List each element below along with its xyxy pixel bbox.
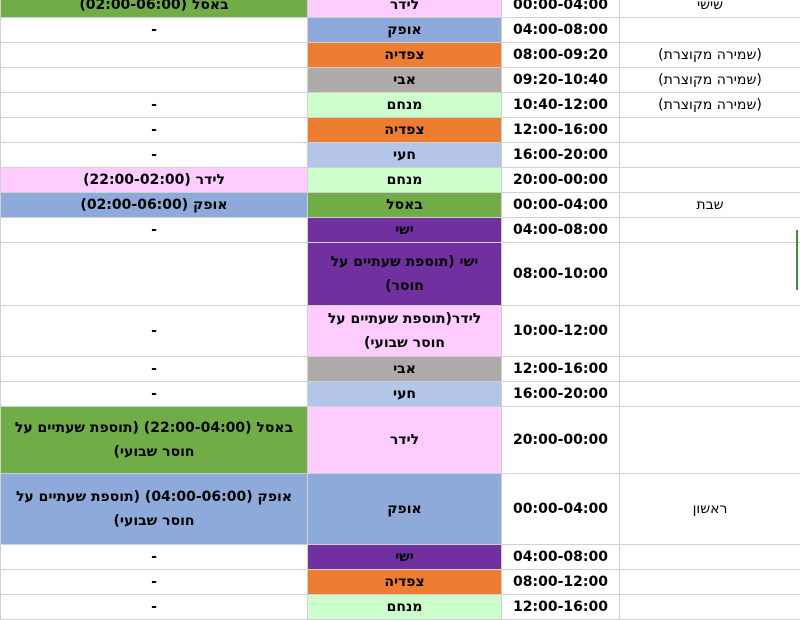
guard-name-cell[interactable]: צפדיה [308,570,502,595]
time-slot-cell[interactable]: 16:00-20:00 [502,143,620,168]
note-cell[interactable]: - [1,382,308,407]
guard-name-cell[interactable]: ישי (תוספת שעתיים על חוסר) [308,243,502,306]
guard-name-cell[interactable]: לידר [308,407,502,474]
guard-name-cell[interactable]: אופק [308,474,502,545]
note-cell[interactable] [1,68,308,93]
day-cell[interactable] [620,595,800,620]
guard-name-cell[interactable]: מנחם [308,93,502,118]
guard-name-cell[interactable]: אבי [308,68,502,93]
table-row: -צפדיה12:00-16:00 [1,118,800,143]
table-row: באסל (02:00-06:00)לידר00:00-04:00שישי [1,0,800,18]
note-cell[interactable]: - [1,357,308,382]
time-slot-cell[interactable]: 04:00-08:00 [502,18,620,43]
cell-selection-edge [796,230,798,290]
day-cell[interactable]: (שמירה מקוצרת) [620,93,800,118]
time-slot-cell[interactable]: 12:00-16:00 [502,357,620,382]
note-cell[interactable] [1,243,308,306]
time-slot-cell[interactable]: 08:00-12:00 [502,570,620,595]
table-row: אופק (04:00-06:00) (תוספת שעתיים על חוסר… [1,474,800,545]
guard-name-cell[interactable]: ישי [308,545,502,570]
day-cell[interactable] [620,357,800,382]
table-row: -אבי12:00-16:00 [1,357,800,382]
guard-name-cell[interactable]: חעי [308,382,502,407]
guard-name-cell[interactable]: מנחם [308,595,502,620]
table-row: -חעי16:00-20:00 [1,143,800,168]
schedule-table: באסל (02:00-06:00)לידר00:00-04:00שישי-או… [0,0,800,620]
day-cell[interactable] [620,118,800,143]
guard-name-cell[interactable]: צפדיה [308,118,502,143]
guard-name-cell[interactable]: לידר [308,0,502,18]
guard-name-cell[interactable]: אופק [308,18,502,43]
note-cell[interactable]: - [1,545,308,570]
time-slot-cell[interactable]: 00:00-04:00 [502,0,620,18]
note-cell[interactable]: אופק (04:00-06:00) (תוספת שעתיים על חוסר… [1,474,308,545]
table-row: לידר (22:00-02:00)מנחם20:00-00:00 [1,168,800,193]
day-cell[interactable] [620,545,800,570]
time-slot-cell[interactable]: 09:20-10:40 [502,68,620,93]
guard-name-cell[interactable]: אבי [308,357,502,382]
note-cell[interactable]: - [1,218,308,243]
time-slot-cell[interactable]: 00:00-04:00 [502,474,620,545]
table-row: -מנחם12:00-16:00 [1,595,800,620]
day-cell[interactable]: (שמירה מקוצרת) [620,68,800,93]
time-slot-cell[interactable]: 12:00-16:00 [502,118,620,143]
day-cell[interactable] [620,218,800,243]
table-row: -אופק04:00-08:00 [1,18,800,43]
spreadsheet: באסל (02:00-06:00)לידר00:00-04:00שישי-או… [0,0,800,620]
day-cell[interactable] [620,18,800,43]
note-cell[interactable]: - [1,18,308,43]
note-cell[interactable]: באסל (22:00-04:00) (תוספת שעתיים על חוסר… [1,407,308,474]
day-cell[interactable] [620,382,800,407]
time-slot-cell[interactable]: 08:00-10:00 [502,243,620,306]
day-cell[interactable]: (שמירה מקוצרת) [620,43,800,68]
table-row: -צפדיה08:00-12:00 [1,570,800,595]
day-cell[interactable] [620,143,800,168]
day-cell[interactable]: ראשון [620,474,800,545]
note-cell[interactable]: לידר (22:00-02:00) [1,168,308,193]
note-cell[interactable]: - [1,143,308,168]
table-row: -ישי04:00-08:00 [1,545,800,570]
note-cell[interactable]: - [1,93,308,118]
guard-name-cell[interactable]: לידר(תוספת שעתיים על חוסר שבועי) [308,306,502,357]
time-slot-cell[interactable]: 10:00-12:00 [502,306,620,357]
table-row: -ישי04:00-08:00 [1,218,800,243]
guard-name-cell[interactable]: צפדיה [308,43,502,68]
day-cell[interactable] [620,168,800,193]
guard-name-cell[interactable]: ישי [308,218,502,243]
table-row: -חעי16:00-20:00 [1,382,800,407]
guard-name-cell[interactable]: באסל [308,193,502,218]
time-slot-cell[interactable]: 20:00-00:00 [502,168,620,193]
guard-name-cell[interactable]: מנחם [308,168,502,193]
day-cell[interactable]: שבת [620,193,800,218]
time-slot-cell[interactable]: 16:00-20:00 [502,382,620,407]
note-cell[interactable]: - [1,570,308,595]
table-row: -לידר(תוספת שעתיים על חוסר שבועי)10:00-1… [1,306,800,357]
day-cell[interactable] [620,306,800,357]
day-cell[interactable] [620,243,800,306]
table-row: צפדיה08:00-09:20(שמירה מקוצרת) [1,43,800,68]
day-cell[interactable] [620,570,800,595]
time-slot-cell[interactable]: 10:40-12:00 [502,93,620,118]
schedule-body: באסל (02:00-06:00)לידר00:00-04:00שישי-או… [1,0,800,620]
note-cell[interactable]: - [1,306,308,357]
time-slot-cell[interactable]: 12:00-16:00 [502,595,620,620]
table-row: -מנחם10:40-12:00(שמירה מקוצרת) [1,93,800,118]
note-cell[interactable] [1,43,308,68]
table-row: באסל (22:00-04:00) (תוספת שעתיים על חוסר… [1,407,800,474]
table-row: אבי09:20-10:40(שמירה מקוצרת) [1,68,800,93]
guard-name-cell[interactable]: חעי [308,143,502,168]
time-slot-cell[interactable]: 04:00-08:00 [502,545,620,570]
day-cell[interactable] [620,407,800,474]
time-slot-cell[interactable]: 08:00-09:20 [502,43,620,68]
table-row: ישי (תוספת שעתיים על חוסר)08:00-10:00 [1,243,800,306]
table-row: אופק (02:00-06:00)באסל00:00-04:00שבת [1,193,800,218]
note-cell[interactable]: - [1,595,308,620]
note-cell[interactable]: - [1,118,308,143]
time-slot-cell[interactable]: 00:00-04:00 [502,193,620,218]
time-slot-cell[interactable]: 04:00-08:00 [502,218,620,243]
day-cell[interactable]: שישי [620,0,800,18]
note-cell[interactable]: באסל (02:00-06:00) [1,0,308,18]
time-slot-cell[interactable]: 20:00-00:00 [502,407,620,474]
note-cell[interactable]: אופק (02:00-06:00) [1,193,308,218]
